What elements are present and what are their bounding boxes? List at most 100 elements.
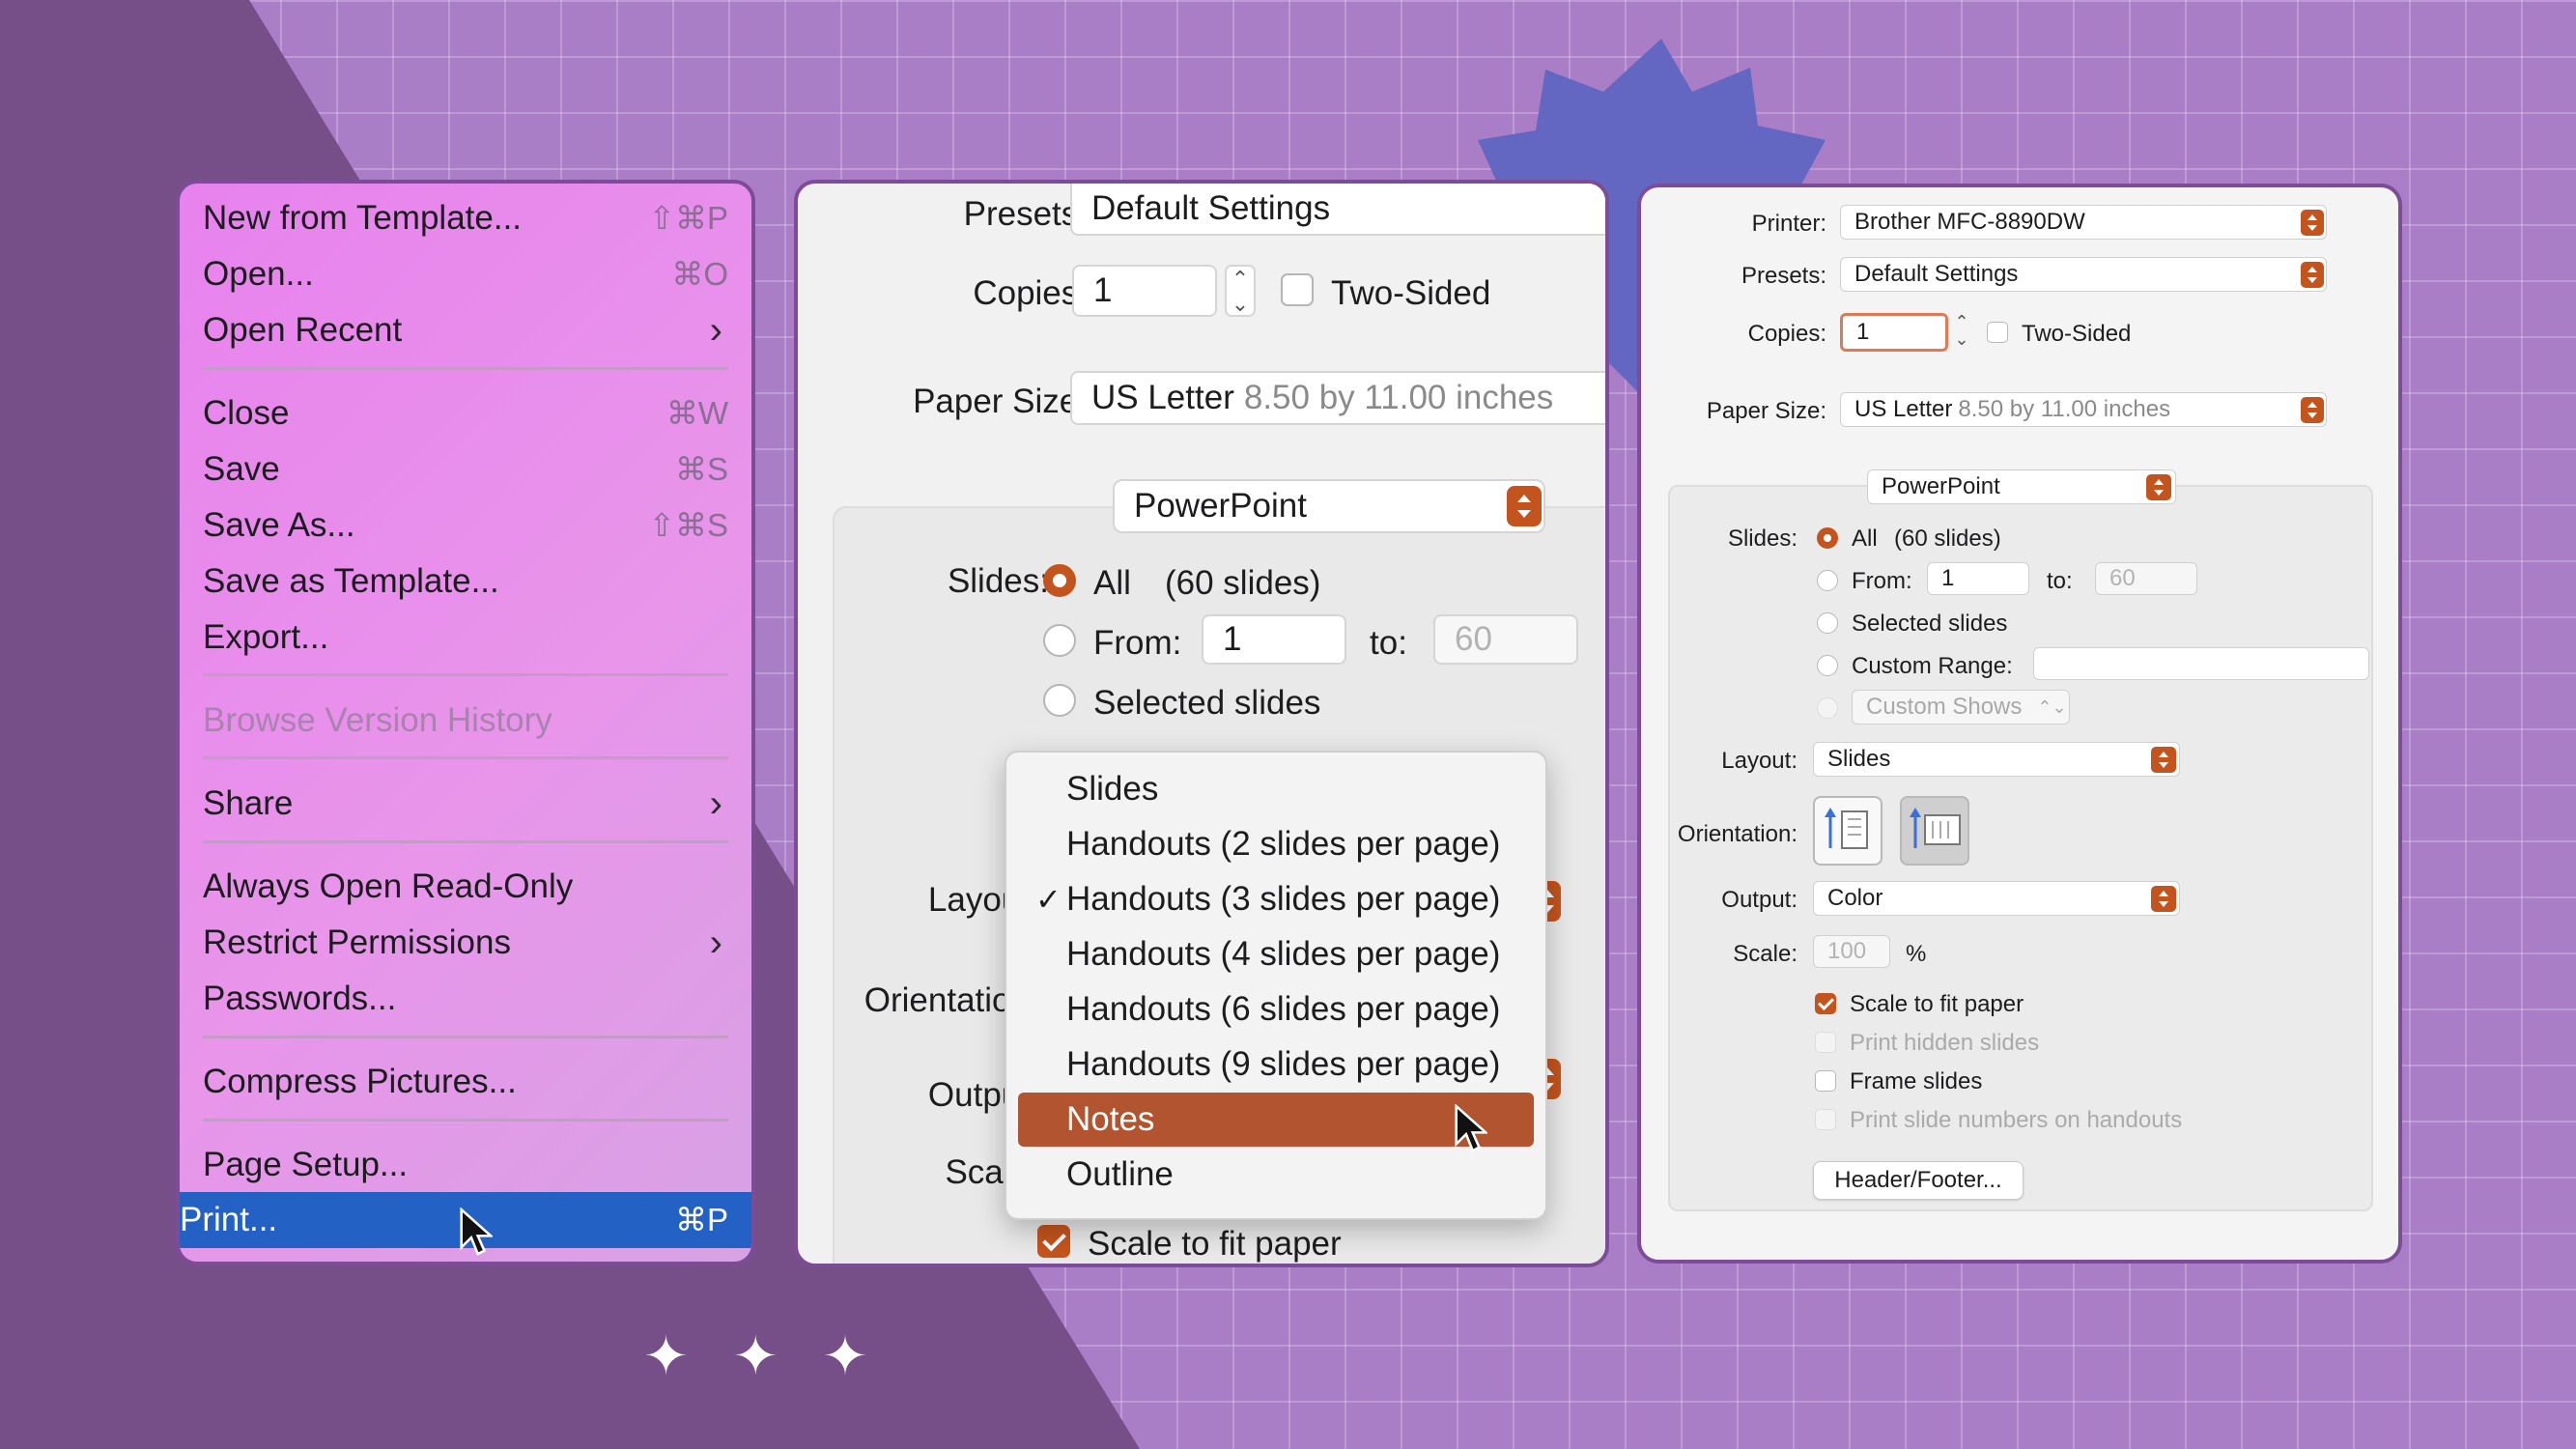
- menu-item-label: Save as Template...: [203, 562, 499, 600]
- chevron-right-icon: ›: [709, 922, 722, 964]
- layout-option-handouts-6[interactable]: Handouts (6 slides per page): [1018, 982, 1534, 1037]
- from-radio[interactable]: [1817, 570, 1838, 591]
- scale-field[interactable]: 100: [1813, 935, 1890, 968]
- presets-popup[interactable]: Default Settings: [1070, 184, 1605, 236]
- layout-option-handouts-4[interactable]: Handouts (4 slides per page): [1018, 927, 1534, 981]
- layout-option-handouts-9[interactable]: Handouts (9 slides per page): [1018, 1037, 1534, 1092]
- menu-separator: [203, 673, 728, 676]
- presets-popup[interactable]: Default Settings: [1840, 257, 2327, 292]
- orientation-label: Orientation: [863, 981, 1030, 1019]
- layout-option-outline[interactable]: Outline: [1018, 1148, 1534, 1202]
- layout-option-handouts-3[interactable]: ✓ Handouts (3 slides per page): [1018, 872, 1534, 926]
- file-menu: New from Template... ⇧⌘P Open... ⌘O Open…: [176, 180, 755, 1265]
- custom-range-field[interactable]: [2033, 647, 2369, 680]
- layout-dropdown-menu: Slides Handouts (2 slides per page) ✓ Ha…: [1005, 751, 1547, 1220]
- menu-item-compress-pictures[interactable]: Compress Pictures...: [203, 1057, 728, 1107]
- layout-option-label: Handouts (6 slides per page): [1066, 990, 1501, 1028]
- all-slides-count: (60 slides): [1894, 526, 2001, 552]
- checkmark-icon: ✓: [1035, 882, 1062, 917]
- layout-option-label: Handouts (3 slides per page): [1066, 880, 1501, 918]
- two-sided-checkbox[interactable]: [1987, 322, 2008, 343]
- print-slide-numbers-label: Print slide numbers on handouts: [1850, 1107, 2183, 1133]
- frame-slides-checkbox[interactable]: [1815, 1070, 1836, 1092]
- copies-stepper[interactable]: ⌃ ⌄: [1952, 313, 1971, 352]
- layout-option-slides[interactable]: Slides: [1018, 762, 1534, 816]
- from-label: From:: [1852, 568, 1912, 594]
- portrait-orientation-icon: [1825, 808, 1868, 849]
- copies-label: Copies:: [1747, 321, 1826, 347]
- header-footer-button[interactable]: Header/Footer...: [1813, 1161, 2024, 1200]
- scale-to-fit-checkbox[interactable]: [1815, 993, 1836, 1014]
- menu-item-restrict-permissions[interactable]: Restrict Permissions ›: [203, 918, 728, 968]
- orientation-label: Orientation:: [1677, 821, 1798, 847]
- custom-range-radio[interactable]: [1817, 655, 1838, 676]
- menu-separator: [203, 367, 728, 370]
- menu-item-browse-version-history: Browse Version History: [203, 696, 728, 746]
- paper-size-detail: 8.50 by 11.00 inches: [1958, 396, 2171, 422]
- menu-item-close[interactable]: Close ⌘W: [203, 388, 728, 439]
- chevron-right-icon: ›: [709, 309, 722, 352]
- printer-label: Printer:: [1751, 211, 1826, 237]
- layout-popup[interactable]: Slides: [1813, 742, 2180, 777]
- updown-chevron-icon: ⌃⌄: [2037, 696, 2067, 717]
- paper-size-value: US Letter: [1854, 396, 1953, 422]
- landscape-orientation-button[interactable]: [1900, 796, 1969, 866]
- menu-item-share[interactable]: Share ›: [203, 779, 728, 829]
- menu-item-page-setup[interactable]: Page Setup...: [203, 1140, 728, 1190]
- menu-item-label: Open Recent: [203, 311, 403, 349]
- copies-label: Copies:: [973, 274, 1088, 312]
- menu-shortcut: ⇧⌘S: [648, 507, 728, 543]
- menu-item-label: Close: [203, 394, 290, 432]
- to-label: to:: [2047, 568, 2073, 594]
- output-popup[interactable]: Color: [1813, 881, 2180, 916]
- sparkles-decoration: ✦ ✦ ✦: [643, 1325, 882, 1388]
- two-sided-label: Two-Sided: [2022, 321, 2132, 347]
- menu-item-label: Browse Version History: [203, 701, 552, 739]
- menu-item-new-from-template[interactable]: New from Template... ⇧⌘P: [203, 193, 728, 243]
- from-field[interactable]: 1: [1927, 562, 2029, 595]
- printer-popup[interactable]: Brother MFC-8890DW: [1840, 205, 2327, 240]
- selected-slides-radio[interactable]: [1043, 684, 1076, 717]
- app-popup[interactable]: PowerPoint: [1867, 469, 2176, 504]
- menu-item-passwords[interactable]: Passwords...: [203, 974, 728, 1024]
- menu-item-save-as-template[interactable]: Save as Template...: [203, 556, 728, 607]
- menu-item-open[interactable]: Open... ⌘O: [203, 249, 728, 299]
- scale-to-fit-label: Scale to fit paper: [1088, 1225, 1342, 1263]
- copies-stepper[interactable]: ⌃ ⌄: [1225, 265, 1256, 317]
- slides-label: Slides:: [947, 562, 1049, 600]
- app-popup[interactable]: PowerPoint: [1113, 479, 1545, 533]
- all-slides-radio[interactable]: [1043, 564, 1076, 597]
- menu-separator: [203, 840, 728, 843]
- paper-size-label: Paper Size:: [1706, 398, 1826, 424]
- from-radio[interactable]: [1043, 624, 1076, 657]
- print-dialog: Printer: Brother MFC-8890DW Presets: Def…: [1637, 184, 2402, 1264]
- menu-item-always-open-read-only[interactable]: Always Open Read-Only: [203, 862, 728, 912]
- paper-size-value: US Letter: [1091, 379, 1234, 416]
- menu-item-save-as[interactable]: Save As... ⇧⌘S: [203, 500, 728, 551]
- menu-item-open-recent[interactable]: Open Recent ›: [203, 305, 728, 355]
- popup-arrows-icon: [2151, 747, 2176, 773]
- all-slides-label: All: [1093, 564, 1131, 602]
- to-field[interactable]: 60: [1433, 614, 1578, 665]
- from-label: From:: [1093, 624, 1182, 662]
- custom-shows-radio: [1817, 697, 1838, 719]
- from-field[interactable]: 1: [1202, 614, 1346, 665]
- selected-slides-radio[interactable]: [1817, 612, 1838, 634]
- menu-item-save[interactable]: Save ⌘S: [203, 444, 728, 495]
- menu-item-label: Save: [203, 450, 280, 488]
- all-slides-radio[interactable]: [1817, 527, 1838, 549]
- custom-range-label: Custom Range:: [1852, 653, 2013, 679]
- paper-size-popup[interactable]: US Letter 8.50 by 11.00 inches: [1840, 392, 2327, 427]
- mouse-pointer-icon: [1455, 1104, 1487, 1152]
- two-sided-checkbox[interactable]: [1281, 273, 1314, 306]
- paper-size-popup[interactable]: US Letter 8.50 by 11.00 inches: [1070, 371, 1605, 425]
- portrait-orientation-button[interactable]: [1813, 796, 1882, 866]
- menu-item-export[interactable]: Export...: [203, 612, 728, 663]
- output-label: Output: [927, 1076, 1030, 1114]
- menu-shortcut: ⌘P: [674, 1202, 728, 1237]
- scale-to-fit-checkbox[interactable]: [1037, 1225, 1070, 1258]
- to-field[interactable]: 60: [2095, 562, 2197, 595]
- copies-field[interactable]: 1: [1840, 313, 1948, 352]
- layout-option-handouts-2[interactable]: Handouts (2 slides per page): [1018, 817, 1534, 871]
- copies-field[interactable]: 1: [1072, 265, 1217, 317]
